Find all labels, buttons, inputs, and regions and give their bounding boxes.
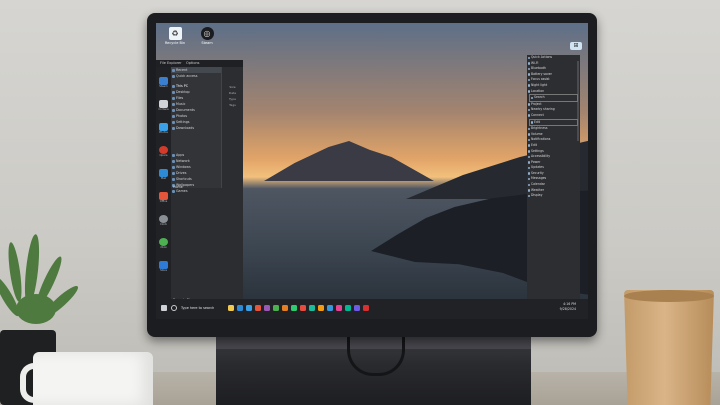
pinned-apps	[228, 305, 369, 311]
store-icon	[159, 261, 168, 269]
app-rail: Steam Cortana Photos Opera Mail Office C…	[156, 67, 171, 306]
details-item[interactable]: Tags	[222, 102, 243, 108]
rail-app-opera[interactable]: Opera	[158, 146, 169, 158]
pinned-app-icon[interactable]	[327, 305, 333, 311]
settings-row[interactable]: Display	[527, 193, 580, 199]
pinned-app-icon[interactable]	[363, 305, 369, 311]
rail-app-store[interactable]: Store	[158, 261, 169, 273]
wooden-cup	[624, 290, 714, 405]
rail-app-steam[interactable]: Steam	[158, 77, 169, 89]
cortana-icon	[159, 100, 168, 108]
settings-edit-box[interactable]: Edit	[529, 118, 578, 127]
pinned-app-icon[interactable]	[237, 305, 243, 311]
panel-header: File Explorer Options	[156, 60, 243, 67]
taskbar-left: Type here to search	[161, 305, 214, 311]
desktop-icon-recycle-bin[interactable]: ♻ Recycle Bin	[164, 27, 186, 45]
recycle-bin-icon: ♻	[168, 27, 182, 40]
pinned-app-icon[interactable]	[255, 305, 261, 311]
desktop-icon-steam[interactable]: ◎ Steam	[196, 27, 218, 45]
file-explorer-panel: File Explorer Options Steam Cortana Phot…	[156, 60, 243, 306]
taskbar: Type here to search 4:16 PM 9/28/2024	[156, 299, 588, 319]
pinned-app-icon[interactable]	[228, 305, 234, 311]
pinned-app-icon[interactable]	[300, 305, 306, 311]
rail-app-xbox[interactable]: Xbox	[158, 238, 169, 250]
quick-settings-panel: Quick Actions Wi-Fi Bluetooth Battery sa…	[527, 55, 580, 309]
nav-item[interactable]: Downloads	[171, 125, 221, 131]
nav-item-quick-access[interactable]: Quick access	[171, 73, 221, 79]
rail-app-clock[interactable]: Clock	[158, 215, 169, 227]
monitor-stand	[216, 337, 531, 405]
settings-search-box[interactable]: Search	[529, 94, 578, 102]
xbox-icon	[159, 238, 168, 246]
wooden-cup-rim	[624, 290, 714, 302]
pinned-app-icon[interactable]	[291, 305, 297, 311]
notification-icon[interactable]: ⊞	[570, 42, 582, 50]
cactus-plant	[0, 224, 100, 339]
steam-icon: ◎	[200, 27, 214, 40]
system-tray-clock[interactable]: 4:16 PM 9/28/2024	[560, 302, 576, 311]
photos-icon	[159, 123, 168, 131]
rail-app-photos[interactable]: Photos	[158, 123, 169, 135]
windows-start-icon[interactable]	[161, 305, 167, 311]
steam-icon	[159, 77, 168, 85]
rail-app-mail[interactable]: Mail	[158, 169, 169, 181]
pinned-app-icon[interactable]	[246, 305, 252, 311]
screen: ♻ Recycle Bin ◎ Steam ⊞ File Explorer Op…	[156, 23, 588, 319]
pinned-app-icon[interactable]	[345, 305, 351, 311]
office-icon	[159, 192, 168, 200]
pinned-app-icon[interactable]	[282, 305, 288, 311]
pinned-app-icon[interactable]	[264, 305, 270, 311]
pinned-app-icon[interactable]	[309, 305, 315, 311]
status-text: Home	[173, 185, 183, 189]
pinned-app-icon[interactable]	[273, 305, 279, 311]
pinned-app-icon[interactable]	[318, 305, 324, 311]
desktop-icons: ♻ Recycle Bin ◎ Steam	[164, 27, 218, 45]
mail-icon	[159, 169, 168, 177]
pinned-app-icon[interactable]	[336, 305, 342, 311]
search-icon[interactable]	[171, 305, 177, 311]
wallpaper-mountain	[264, 141, 434, 181]
rail-app-cortana[interactable]: Cortana	[158, 100, 169, 112]
clock-icon	[159, 215, 168, 223]
opera-icon	[159, 146, 168, 154]
white-mug	[33, 352, 153, 405]
pinned-app-icon[interactable]	[354, 305, 360, 311]
details-column: Size Date Type Tags	[222, 84, 243, 194]
search-box[interactable]: Type here to search	[181, 306, 214, 310]
rail-app-office[interactable]: Office	[158, 192, 169, 204]
monitor: ♻ Recycle Bin ◎ Steam ⊞ File Explorer Op…	[147, 13, 597, 337]
